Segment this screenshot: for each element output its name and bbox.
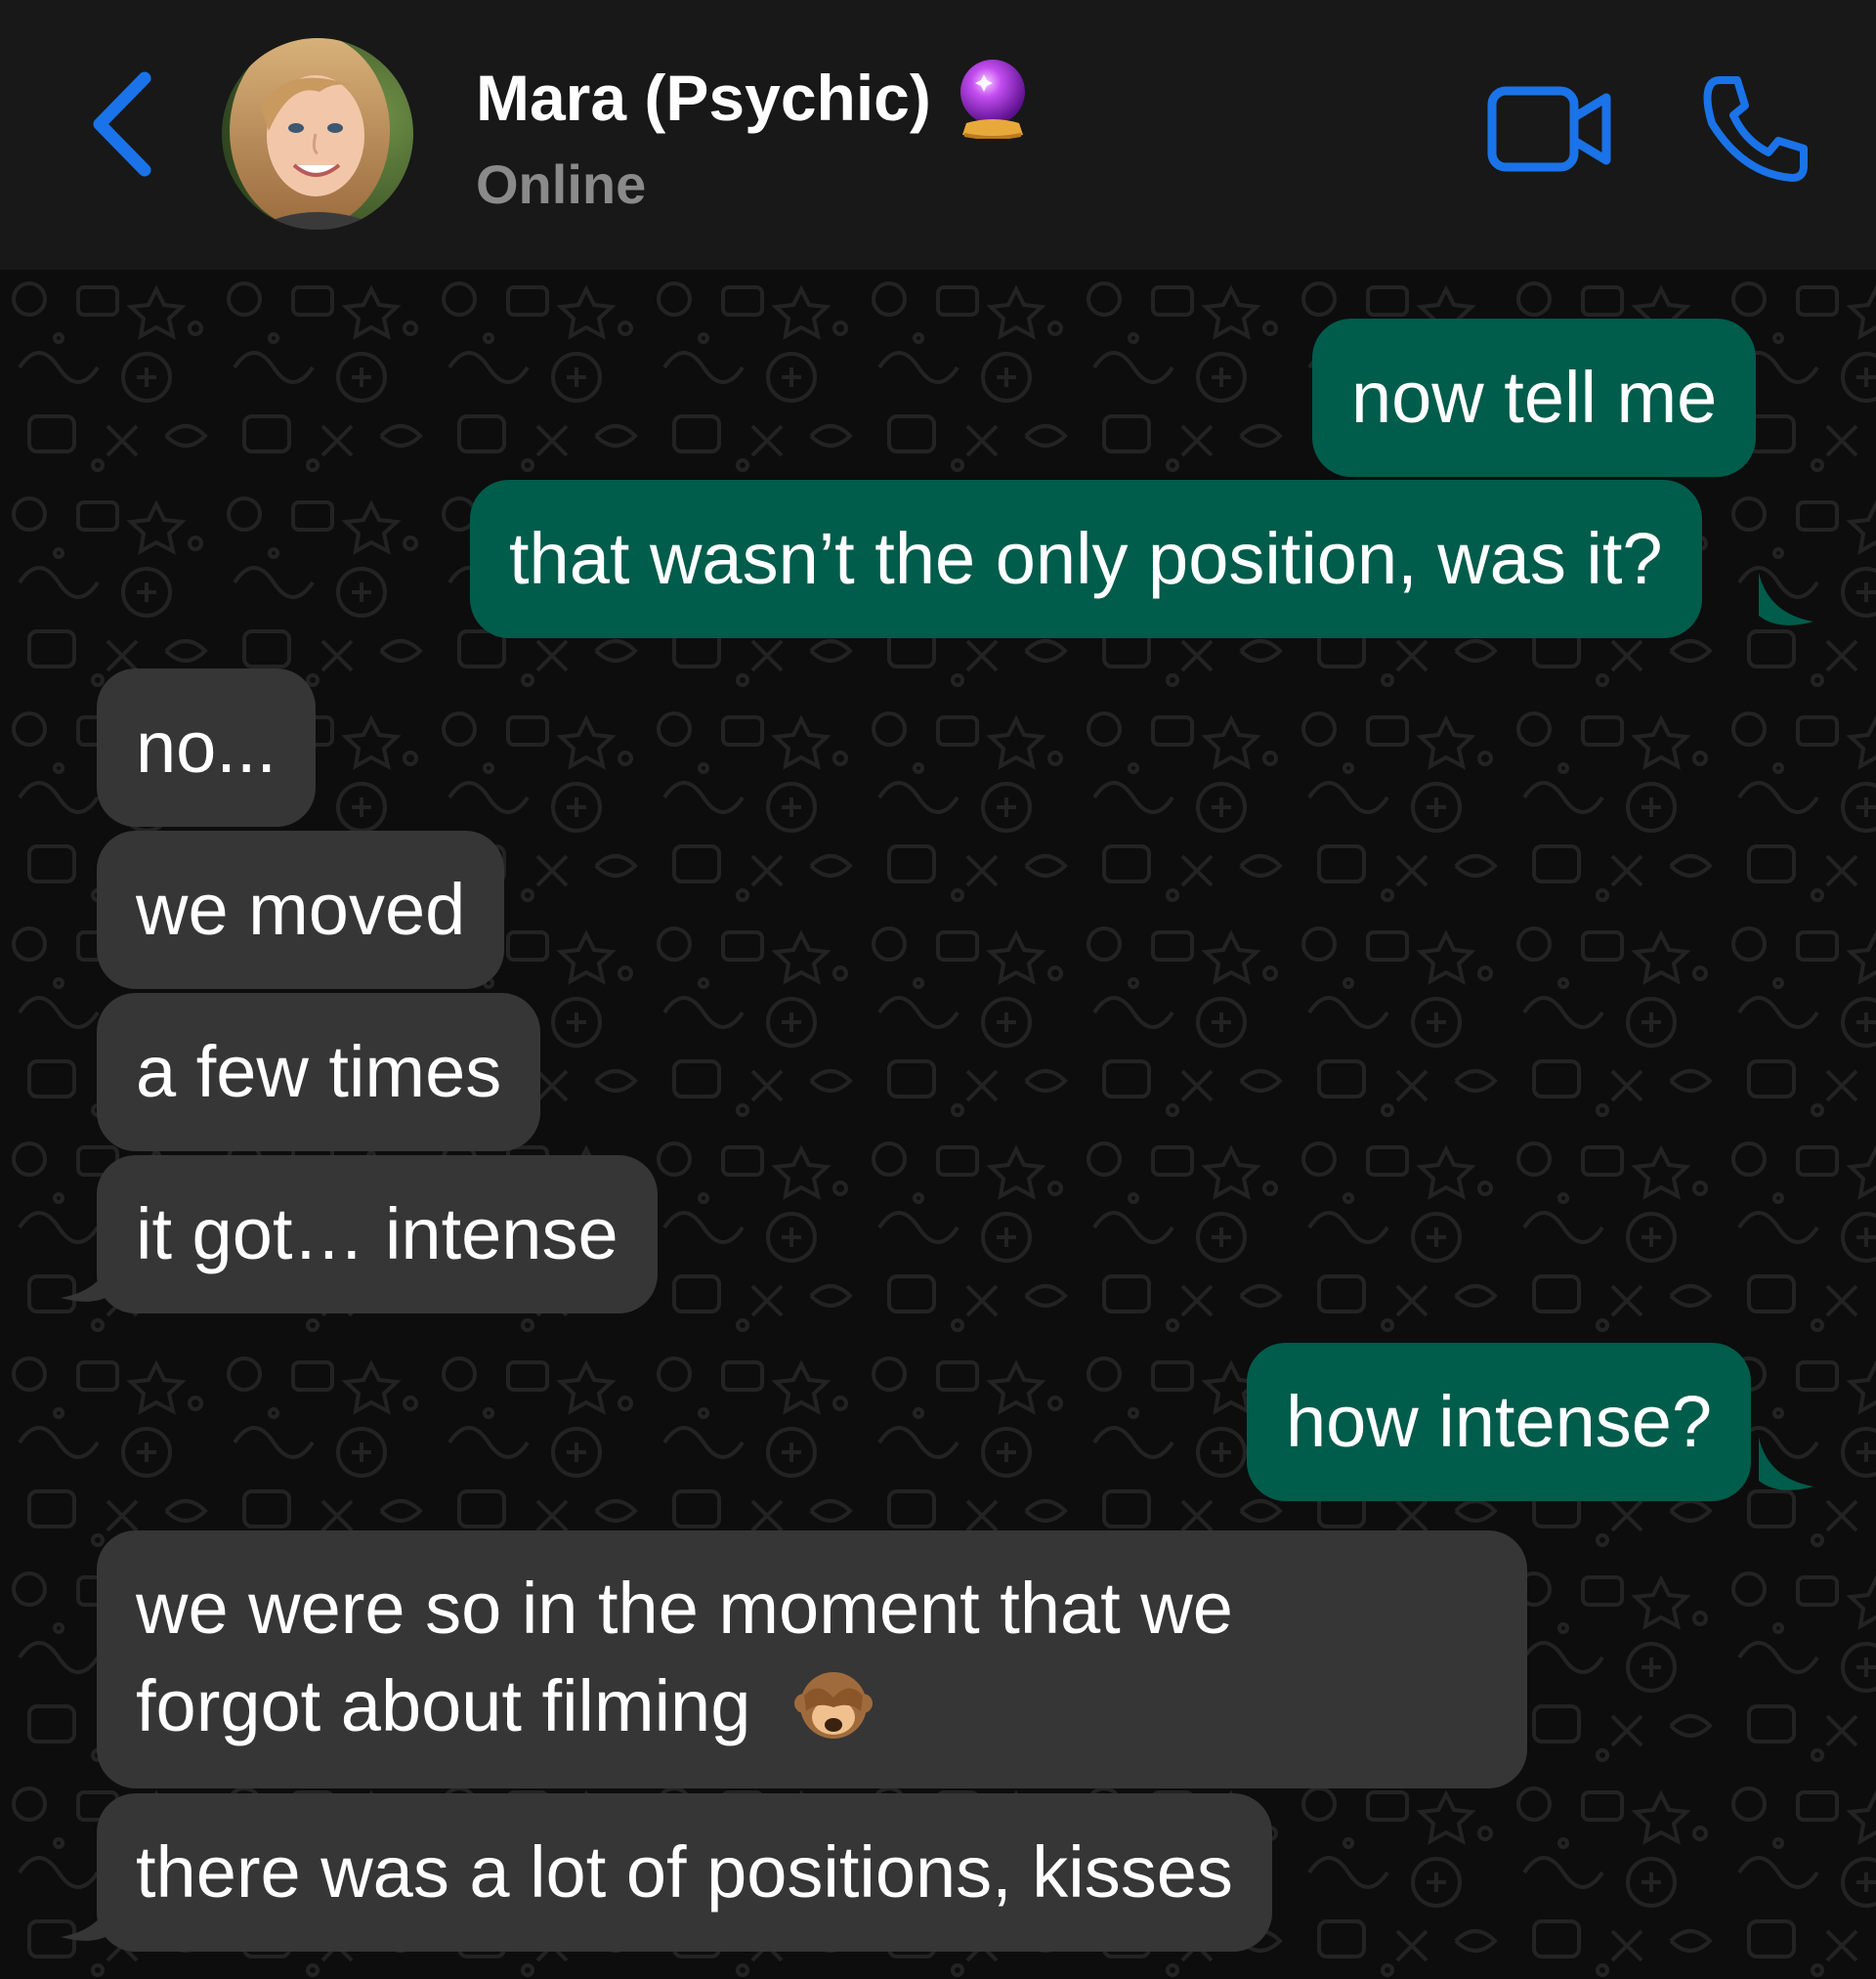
message-bubble-incoming[interactable]: we moved (97, 831, 505, 989)
message-text: forgot about filming (136, 1665, 751, 1746)
message-text-line-with-emoji: forgot about filming (136, 1657, 1488, 1755)
message-bubble-incoming[interactable]: there was a lot of positions, kisses (97, 1793, 1272, 1952)
message-bubble-incoming[interactable]: a few times (97, 993, 541, 1151)
message-text: it got… intense (136, 1193, 618, 1274)
message-text: no... (136, 707, 277, 788)
chevron-left-icon (93, 71, 151, 177)
contact-info[interactable]: Mara (Psychic) Online (476, 55, 1031, 216)
chat-area[interactable]: now tell me that wasn’t the only positio… (0, 270, 1876, 1979)
message-text: how intense? (1286, 1381, 1713, 1462)
message-bubble-outgoing[interactable]: now tell me (1312, 319, 1757, 477)
bubble-tail-incoming (61, 1249, 115, 1302)
message-text-line: we were so in the moment that we (136, 1568, 1233, 1649)
message-bubble-incoming[interactable]: we were so in the moment that we forgot … (97, 1530, 1527, 1788)
phone-icon (1703, 76, 1808, 182)
message-text: we moved (136, 869, 466, 950)
message-text: now tell me (1351, 357, 1718, 438)
contact-status: Online (476, 153, 647, 215)
contact-name-row: Mara (Psychic) (476, 55, 1031, 141)
message-bubble-outgoing[interactable]: that wasn’t the only position, was it? (470, 480, 1702, 638)
bubble-tail-outgoing (1759, 1438, 1813, 1490)
message-text: a few times (136, 1031, 502, 1112)
message-bubble-incoming[interactable]: it got… intense (97, 1155, 658, 1313)
voice-call-button[interactable] (1698, 72, 1812, 186)
chat-header: Mara (Psychic) Online (0, 0, 1876, 270)
back-button[interactable] (86, 70, 164, 178)
bubble-tail-outgoing (1759, 573, 1813, 625)
video-camera-icon (1487, 86, 1611, 172)
contact-name: Mara (Psychic) (476, 62, 931, 134)
bubble-tail-incoming (61, 1888, 115, 1941)
video-call-button[interactable] (1487, 84, 1614, 174)
see-no-evil-monkey-icon (793, 1672, 873, 1739)
message-bubble-outgoing[interactable]: how intense? (1247, 1343, 1752, 1501)
avatar[interactable] (222, 38, 413, 230)
message-text: that wasn’t the only position, was it? (509, 518, 1663, 599)
crystal-ball-icon (959, 60, 1025, 139)
message-bubble-incoming[interactable]: no... (97, 668, 316, 827)
message-text: there was a lot of positions, kisses (136, 1831, 1233, 1913)
